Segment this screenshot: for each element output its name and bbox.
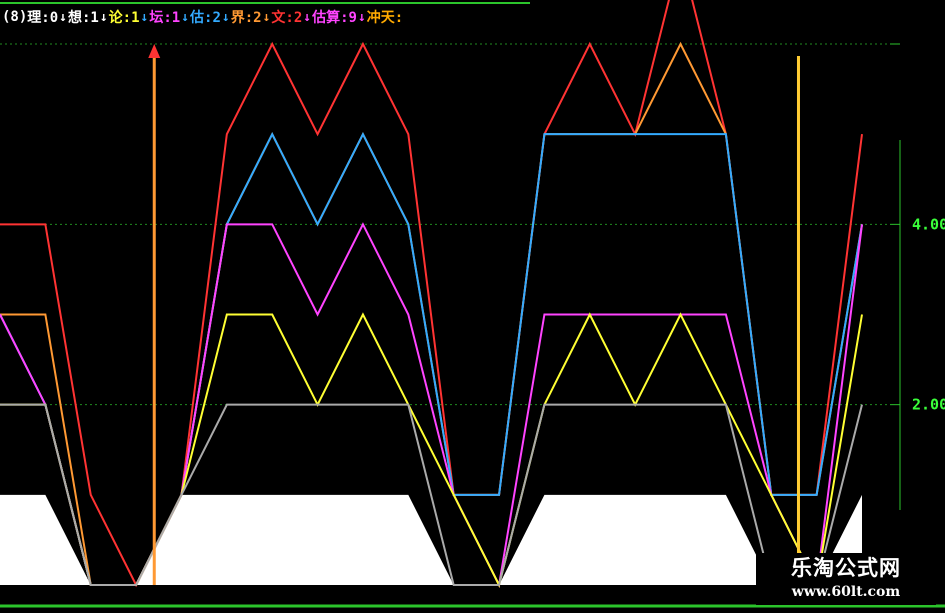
down-arrow-icon: ↓ [140,9,149,25]
legend-prefix: (8) [2,9,28,25]
chart-canvas: 2.00 4.00 [0,0,945,608]
legend-item: 估算:9 ↓ [312,7,367,27]
legend-item-label: 论:1 [108,10,140,26]
legend-item: 冲天: [367,7,403,27]
down-arrow-icon: ↓ [262,9,271,25]
y-tick-label: 2.00 [912,396,945,414]
legend-item: 论:1 ↓ [109,7,150,27]
down-arrow-icon: ↓ [357,9,366,25]
down-arrow-icon: ↓ [303,9,312,25]
legend-item-label: 冲天: [366,10,404,26]
legend-item: 文:2 ↓ [271,7,312,27]
indicator-chart: 2.00 4.00 [0,0,945,609]
legend-item-label: 理:0 [27,10,59,26]
y-tick-label: 4.00 [912,215,945,233]
down-arrow-icon: ↓ [221,9,230,25]
legend-item-label: 想:1 [67,10,99,26]
legend-item-label: 界:2 [230,10,262,26]
watermark-url: www.60lt.com [791,584,901,600]
legend-item-label: 文:2 [271,10,303,26]
watermark-name: 乐淘公式网 [791,556,901,580]
legend-item: 理:0 ↓ [27,7,68,27]
legend-item: 坛:1 ↓ [149,7,190,27]
legend-item: 估:2 ↓ [190,7,231,27]
site-watermark: 乐淘公式网 www.60lt.com [756,553,936,605]
indicator-legend: (8) 理:0 ↓ 想:1 ↓ 论:1 ↓ 坛:1 ↓ 估:2 ↓ 界:2 ↓ 文:2 ↓ 估算:9 ↓ 冲天: [2,6,403,28]
legend-item-label: 估算:9 [312,10,357,26]
legend-item-label: 估:2 [190,10,221,26]
legend-item: 界:2 ↓ [231,7,272,27]
down-arrow-icon: ↓ [99,9,108,25]
legend-item: 想:1 ↓ [68,7,109,27]
down-arrow-icon: ↓ [59,9,67,25]
legend-item-label: 坛:1 [149,10,181,26]
up-arrow-icon [148,44,161,58]
down-arrow-icon: ↓ [181,9,190,25]
